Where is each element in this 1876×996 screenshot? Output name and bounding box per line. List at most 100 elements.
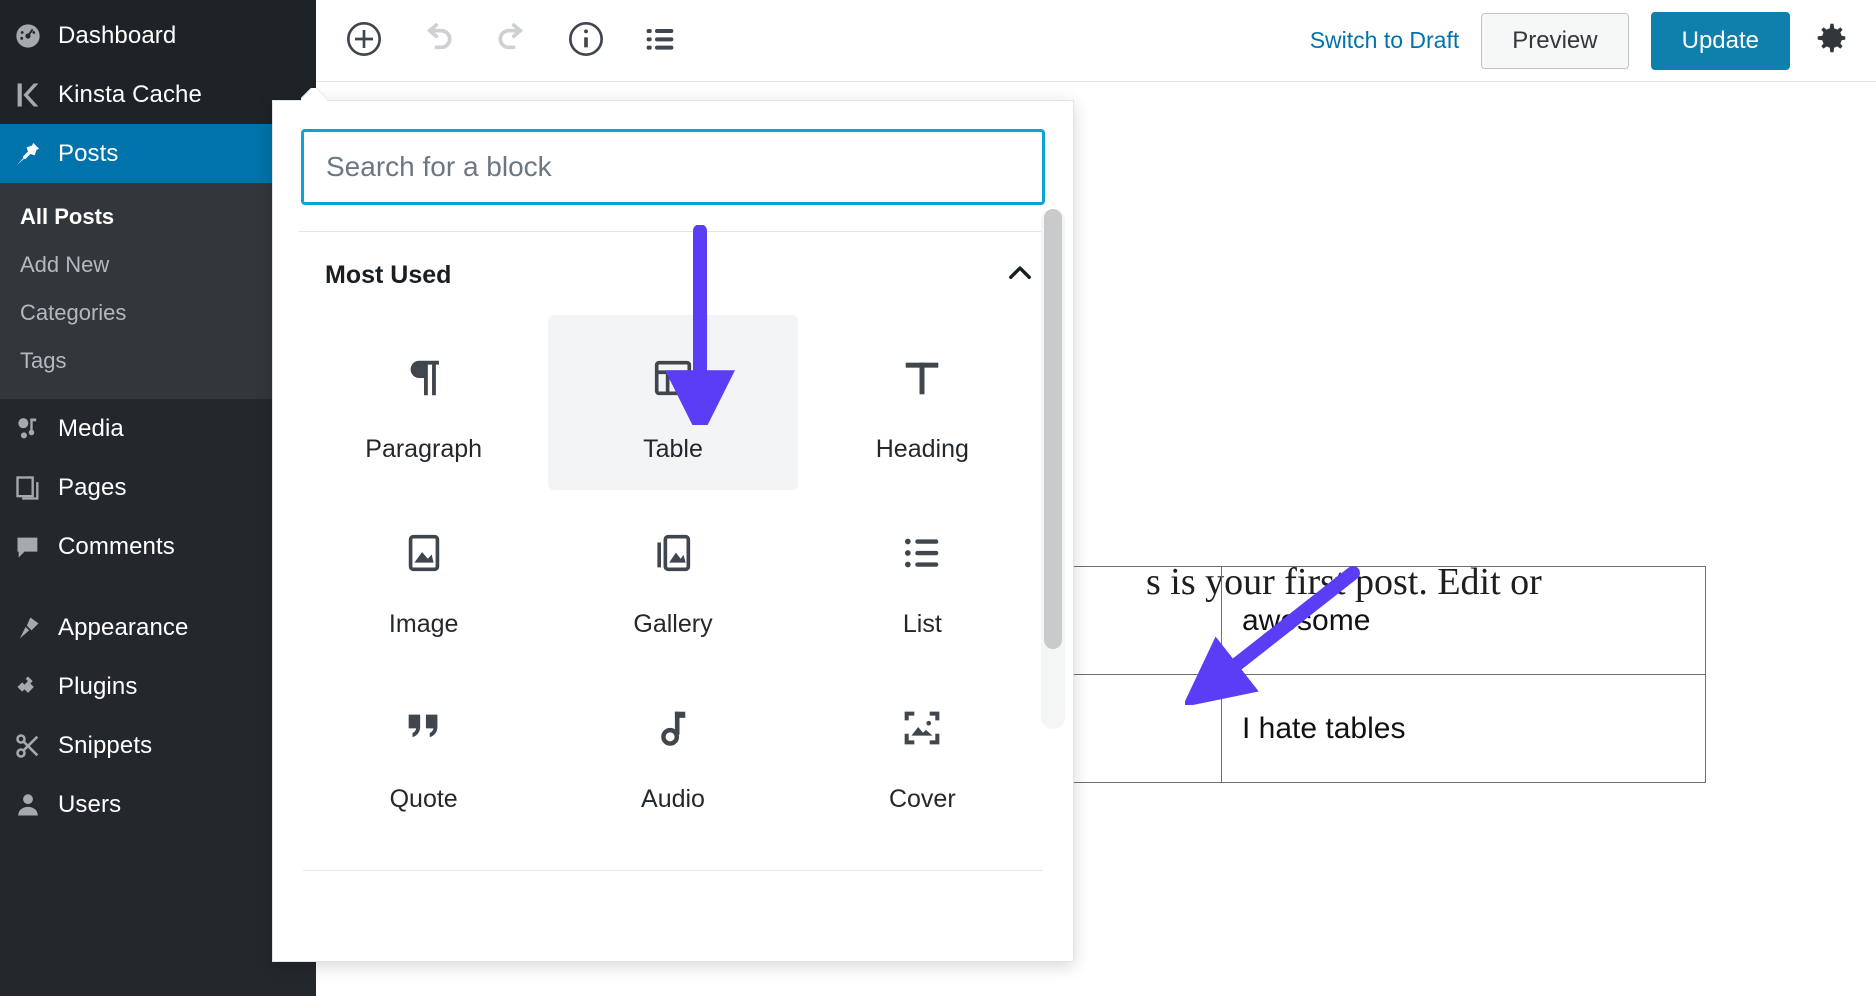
table-cell[interactable]: I hate tables bbox=[1222, 675, 1706, 783]
block-item-image[interactable]: Image bbox=[299, 490, 548, 665]
block-item-cover[interactable]: Cover bbox=[798, 665, 1047, 840]
popover-pointer bbox=[301, 88, 327, 101]
sidebar-item-users[interactable]: Users bbox=[0, 775, 316, 834]
search-field-wrapper bbox=[273, 101, 1073, 205]
block-item-paragraph[interactable]: Paragraph bbox=[299, 315, 548, 490]
sidebar-item-pages[interactable]: Pages bbox=[0, 458, 316, 517]
sidebar-item-kinsta-cache[interactable]: Kinsta Cache bbox=[0, 65, 316, 124]
block-item-list[interactable]: List bbox=[798, 490, 1047, 665]
table-cell[interactable]: awesome bbox=[1222, 567, 1706, 675]
list-view-button[interactable] bbox=[636, 17, 684, 65]
undo-button[interactable] bbox=[414, 17, 462, 65]
pin-icon bbox=[14, 139, 58, 169]
most-used-panel-header[interactable]: Most Used bbox=[273, 232, 1073, 295]
app-root: Dashboard Kinsta Cache Posts bbox=[0, 0, 1876, 996]
sidebar-subitem-label: Tags bbox=[20, 348, 66, 373]
plus-circle-icon bbox=[344, 19, 384, 62]
block-item-label: Table bbox=[643, 435, 703, 464]
sidebar-item-plugins[interactable]: Plugins bbox=[0, 657, 316, 716]
list-icon bbox=[899, 524, 945, 582]
undo-icon bbox=[418, 19, 458, 62]
block-item-label: Audio bbox=[641, 785, 705, 814]
sidebar-subitem-categories[interactable]: Categories bbox=[0, 289, 316, 337]
toolbar-right-group: Switch to Draft Preview Update bbox=[1310, 12, 1876, 70]
sidebar-item-label: Snippets bbox=[58, 732, 152, 760]
block-item-label: Quote bbox=[390, 785, 458, 814]
sidebar-item-dashboard[interactable]: Dashboard bbox=[0, 6, 316, 65]
sidebar-item-label: Pages bbox=[58, 474, 127, 502]
pages-icon bbox=[14, 473, 58, 503]
heading-t-icon bbox=[899, 349, 945, 407]
sidebar-top-group: Dashboard Kinsta Cache bbox=[0, 0, 316, 124]
admin-sidebar: Dashboard Kinsta Cache Posts bbox=[0, 0, 316, 996]
block-item-label: Image bbox=[389, 610, 458, 639]
settings-gear-button[interactable] bbox=[1812, 19, 1850, 62]
add-block-button[interactable] bbox=[340, 17, 388, 65]
search-input[interactable] bbox=[301, 129, 1045, 205]
inserter-bottom-divider bbox=[303, 870, 1043, 871]
quote-icon bbox=[401, 699, 447, 757]
comments-icon bbox=[14, 532, 58, 562]
image-icon bbox=[401, 524, 447, 582]
kinsta-k-icon bbox=[14, 80, 58, 110]
sidebar-item-label: Kinsta Cache bbox=[58, 81, 202, 109]
update-button[interactable]: Update bbox=[1651, 12, 1790, 70]
block-item-quote[interactable]: Quote bbox=[299, 665, 548, 840]
gallery-icon bbox=[650, 524, 696, 582]
preview-button[interactable]: Preview bbox=[1481, 13, 1628, 69]
block-item-heading[interactable]: Heading bbox=[798, 315, 1047, 490]
toolbar-left-group bbox=[316, 17, 684, 65]
sidebar-item-label: Comments bbox=[58, 533, 175, 561]
editor-top-toolbar: Switch to Draft Preview Update bbox=[316, 0, 1876, 82]
block-item-label: Cover bbox=[889, 785, 956, 814]
content-info-button[interactable] bbox=[562, 17, 610, 65]
redo-button[interactable] bbox=[488, 17, 536, 65]
sidebar-separator bbox=[0, 576, 316, 598]
switch-to-draft-button[interactable]: Switch to Draft bbox=[1310, 27, 1460, 54]
sidebar-subitem-label: Categories bbox=[20, 300, 126, 325]
sidebar-item-posts[interactable]: Posts bbox=[0, 124, 316, 183]
list-view-icon bbox=[640, 19, 680, 62]
block-item-label: List bbox=[903, 610, 942, 639]
sidebar-item-snippets[interactable]: Snippets bbox=[0, 716, 316, 775]
plug-icon bbox=[14, 672, 58, 702]
paragraph-pilcrow-icon bbox=[401, 349, 447, 407]
sidebar-item-label: Media bbox=[58, 415, 124, 443]
sidebar-item-comments[interactable]: Comments bbox=[0, 517, 316, 576]
chevron-up-icon[interactable] bbox=[1003, 256, 1037, 295]
sidebar-item-label: Users bbox=[58, 791, 121, 819]
sidebar-subitem-label: All Posts bbox=[20, 204, 114, 229]
panel-title: Most Used bbox=[325, 261, 451, 290]
sidebar-subitem-label: Add New bbox=[20, 252, 109, 277]
inserter-scrollbar-thumb[interactable] bbox=[1044, 209, 1062, 649]
sidebar-item-label: Plugins bbox=[58, 673, 137, 701]
sidebar-item-label: Dashboard bbox=[58, 22, 176, 50]
block-item-table[interactable]: Table bbox=[548, 315, 797, 490]
sidebar-item-media[interactable]: Media bbox=[0, 399, 316, 458]
scissors-icon bbox=[14, 731, 58, 761]
block-type-grid: Paragraph Table bbox=[273, 295, 1073, 840]
block-item-label: Paragraph bbox=[365, 435, 482, 464]
media-icon bbox=[14, 414, 58, 444]
sidebar-subitem-tags[interactable]: Tags bbox=[0, 337, 316, 385]
sidebar-subitem-add-new[interactable]: Add New bbox=[0, 241, 316, 289]
block-inserter-popover: Most Used Paragraph bbox=[272, 100, 1074, 962]
posts-submenu: All Posts Add New Categories Tags bbox=[0, 183, 316, 399]
info-circle-icon bbox=[566, 19, 606, 62]
paintbrush-icon bbox=[14, 613, 58, 643]
sidebar-item-label: Posts bbox=[58, 140, 119, 168]
user-icon bbox=[14, 790, 58, 820]
sidebar-subitem-all-posts[interactable]: All Posts bbox=[0, 193, 316, 241]
block-item-audio[interactable]: Audio bbox=[548, 665, 797, 840]
block-item-gallery[interactable]: Gallery bbox=[548, 490, 797, 665]
sidebar-item-label: Appearance bbox=[58, 614, 188, 642]
redo-icon bbox=[492, 19, 532, 62]
inserter-scrollbar-track[interactable] bbox=[1041, 209, 1065, 729]
table-icon bbox=[650, 349, 696, 407]
cover-icon bbox=[899, 699, 945, 757]
dashboard-icon bbox=[14, 21, 58, 51]
audio-note-icon bbox=[650, 699, 696, 757]
gear-icon bbox=[1812, 19, 1850, 62]
sidebar-item-appearance[interactable]: Appearance bbox=[0, 598, 316, 657]
block-item-label: Gallery bbox=[633, 610, 712, 639]
